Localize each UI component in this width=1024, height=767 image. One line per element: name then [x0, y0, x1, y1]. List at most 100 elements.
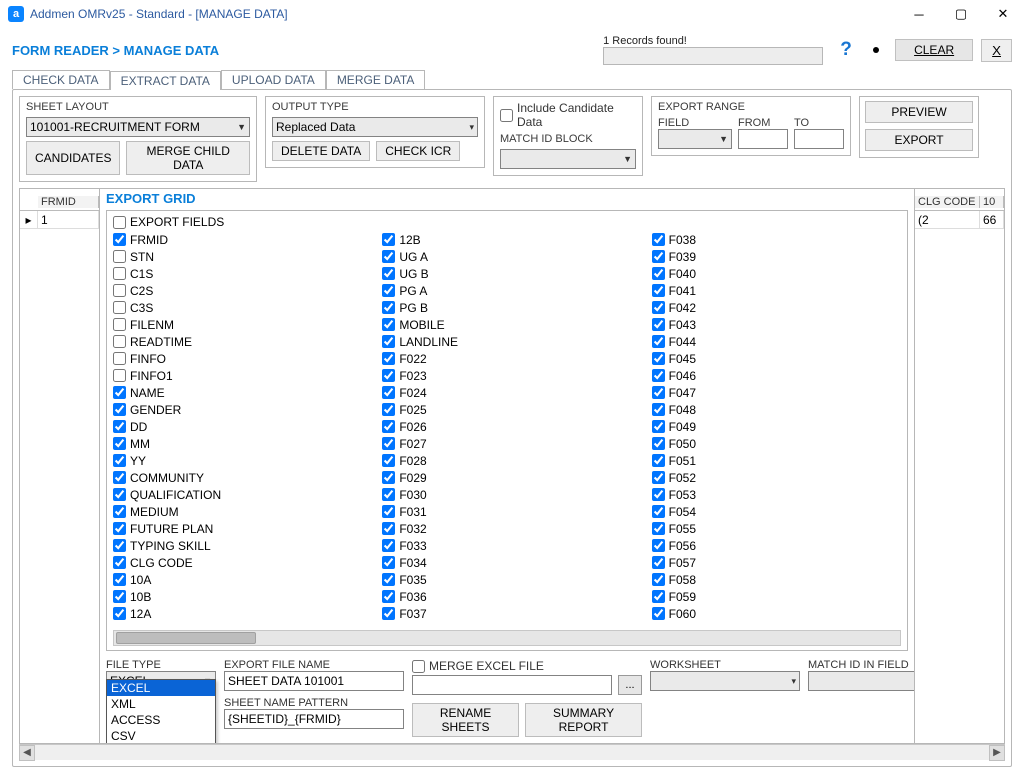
export-field-item[interactable]: F048	[652, 401, 901, 418]
grid-cell[interactable]: (2	[915, 211, 980, 228]
export-range-field-select[interactable]: ▼	[658, 129, 732, 149]
export-field-item[interactable]: GENDER	[113, 401, 362, 418]
check-icr-button[interactable]: CHECK ICR	[376, 141, 460, 161]
match-id-in-field-select[interactable]: ▾	[808, 671, 914, 691]
browse-button[interactable]: ...	[618, 675, 642, 695]
maximize-button[interactable]: ▢	[940, 0, 982, 28]
sheet-name-pattern-input[interactable]	[224, 709, 404, 729]
file-type-option[interactable]: EXCEL	[107, 680, 215, 696]
export-field-item[interactable]: MEDIUM	[113, 503, 362, 520]
export-field-item[interactable]: FRMID	[113, 231, 362, 248]
export-field-item[interactable]: F034	[382, 554, 631, 571]
export-file-name-input[interactable]	[224, 671, 404, 691]
worksheet-select[interactable]: ▾	[650, 671, 800, 691]
export-field-item[interactable]: F022	[382, 350, 631, 367]
export-range-to-input[interactable]	[794, 129, 844, 149]
export-field-item[interactable]: FINFO	[113, 350, 362, 367]
export-field-item[interactable]: FUTURE PLAN	[113, 520, 362, 537]
export-field-item[interactable]: F032	[382, 520, 631, 537]
export-field-item[interactable]: F056	[652, 537, 901, 554]
export-field-item[interactable]: 12B	[382, 231, 631, 248]
scroll-right-icon[interactable]: ▶	[989, 745, 1005, 761]
export-field-item[interactable]: F044	[652, 333, 901, 350]
export-field-item[interactable]: F028	[382, 452, 631, 469]
export-field-item[interactable]: F041	[652, 282, 901, 299]
export-field-item[interactable]: F033	[382, 537, 631, 554]
export-field-item[interactable]: F040	[652, 265, 901, 282]
export-field-item[interactable]: F046	[652, 367, 901, 384]
tab-merge-data[interactable]: MERGE DATA	[326, 70, 426, 89]
export-field-item[interactable]: F036	[382, 588, 631, 605]
file-type-dropdown-list[interactable]: EXCELXMLACCESSCSVSQLDAT FILE	[106, 679, 216, 743]
export-field-item[interactable]: F045	[652, 350, 901, 367]
export-field-item[interactable]: F039	[652, 248, 901, 265]
file-type-option[interactable]: XML	[107, 696, 215, 712]
export-field-item[interactable]: C1S	[113, 265, 362, 282]
export-field-item[interactable]: 10B	[113, 588, 362, 605]
export-field-item[interactable]: F054	[652, 503, 901, 520]
export-field-item[interactable]: F035	[382, 571, 631, 588]
export-field-item[interactable]: F024	[382, 384, 631, 401]
export-field-item[interactable]: COMMUNITY	[113, 469, 362, 486]
export-field-item[interactable]: F055	[652, 520, 901, 537]
export-field-item[interactable]: F057	[652, 554, 901, 571]
export-field-item[interactable]: F031	[382, 503, 631, 520]
export-field-item[interactable]: LANDLINE	[382, 333, 631, 350]
export-field-item[interactable]: STN	[113, 248, 362, 265]
export-field-item[interactable]: F043	[652, 316, 901, 333]
export-field-item[interactable]: F038	[652, 231, 901, 248]
include-candidate-checkbox[interactable]: Include Candidate Data	[500, 101, 636, 129]
grid-cell[interactable]: 1	[38, 211, 99, 228]
export-range-from-input[interactable]	[738, 129, 788, 149]
export-field-item[interactable]: F023	[382, 367, 631, 384]
export-field-item[interactable]: UG A	[382, 248, 631, 265]
minimize-button[interactable]: ─	[898, 0, 940, 28]
export-field-item[interactable]: F059	[652, 588, 901, 605]
output-type-select[interactable]: Replaced Data▾	[272, 117, 478, 137]
export-field-item[interactable]: F026	[382, 418, 631, 435]
grid-cell[interactable]: 66	[980, 211, 1004, 228]
tab-check-data[interactable]: CHECK DATA	[12, 70, 110, 89]
export-field-item[interactable]: F049	[652, 418, 901, 435]
export-field-item[interactable]: YY	[113, 452, 362, 469]
export-field-item[interactable]: MM	[113, 435, 362, 452]
export-field-item[interactable]: PG B	[382, 299, 631, 316]
merge-excel-path-input[interactable]	[412, 675, 612, 695]
delete-data-button[interactable]: DELETE DATA	[272, 141, 370, 161]
export-field-item[interactable]: READTIME	[113, 333, 362, 350]
tab-upload-data[interactable]: UPLOAD DATA	[221, 70, 326, 89]
export-field-item[interactable]: FINFO1	[113, 367, 362, 384]
match-id-block-select[interactable]: ▼	[500, 149, 636, 169]
preview-button[interactable]: PREVIEW	[865, 101, 973, 123]
rename-sheets-button[interactable]: RENAME SHEETS	[412, 703, 519, 737]
export-field-item[interactable]: PG A	[382, 282, 631, 299]
clear-button[interactable]: CLEAR	[895, 39, 973, 61]
candidates-button[interactable]: CANDIDATES	[26, 141, 120, 175]
export-field-item[interactable]: F052	[652, 469, 901, 486]
export-field-item[interactable]: QUALIFICATION	[113, 486, 362, 503]
export-field-item[interactable]: F042	[652, 299, 901, 316]
sheet-layout-select[interactable]: 101001-RECRUITMENT FORM▼	[26, 117, 250, 137]
export-field-item[interactable]: MOBILE	[382, 316, 631, 333]
export-button[interactable]: EXPORT	[865, 129, 973, 151]
file-type-option[interactable]: ACCESS	[107, 712, 215, 728]
fields-horizontal-scrollbar[interactable]	[113, 630, 901, 646]
export-field-item[interactable]: TYPING SKILL	[113, 537, 362, 554]
export-field-item[interactable]: F027	[382, 435, 631, 452]
export-field-item[interactable]: F050	[652, 435, 901, 452]
gear-icon[interactable]	[864, 38, 888, 62]
export-field-item[interactable]: F047	[652, 384, 901, 401]
export-field-item[interactable]: F029	[382, 469, 631, 486]
merge-excel-file-checkbox[interactable]: MERGE EXCEL FILE	[412, 659, 642, 673]
export-field-item[interactable]: 12A	[113, 605, 362, 622]
close-window-button[interactable]: ✕	[982, 0, 1024, 28]
export-field-item[interactable]: C2S	[113, 282, 362, 299]
export-field-item[interactable]: F030	[382, 486, 631, 503]
export-field-item[interactable]: F058	[652, 571, 901, 588]
export-field-item[interactable]: CLG CODE	[113, 554, 362, 571]
summary-report-button[interactable]: SUMMARY REPORT	[525, 703, 642, 737]
export-field-item[interactable]: F053	[652, 486, 901, 503]
export-field-item[interactable]: DD	[113, 418, 362, 435]
close-panel-button[interactable]: X	[981, 39, 1012, 62]
merge-child-data-button[interactable]: MERGE CHILD DATA	[126, 141, 250, 175]
